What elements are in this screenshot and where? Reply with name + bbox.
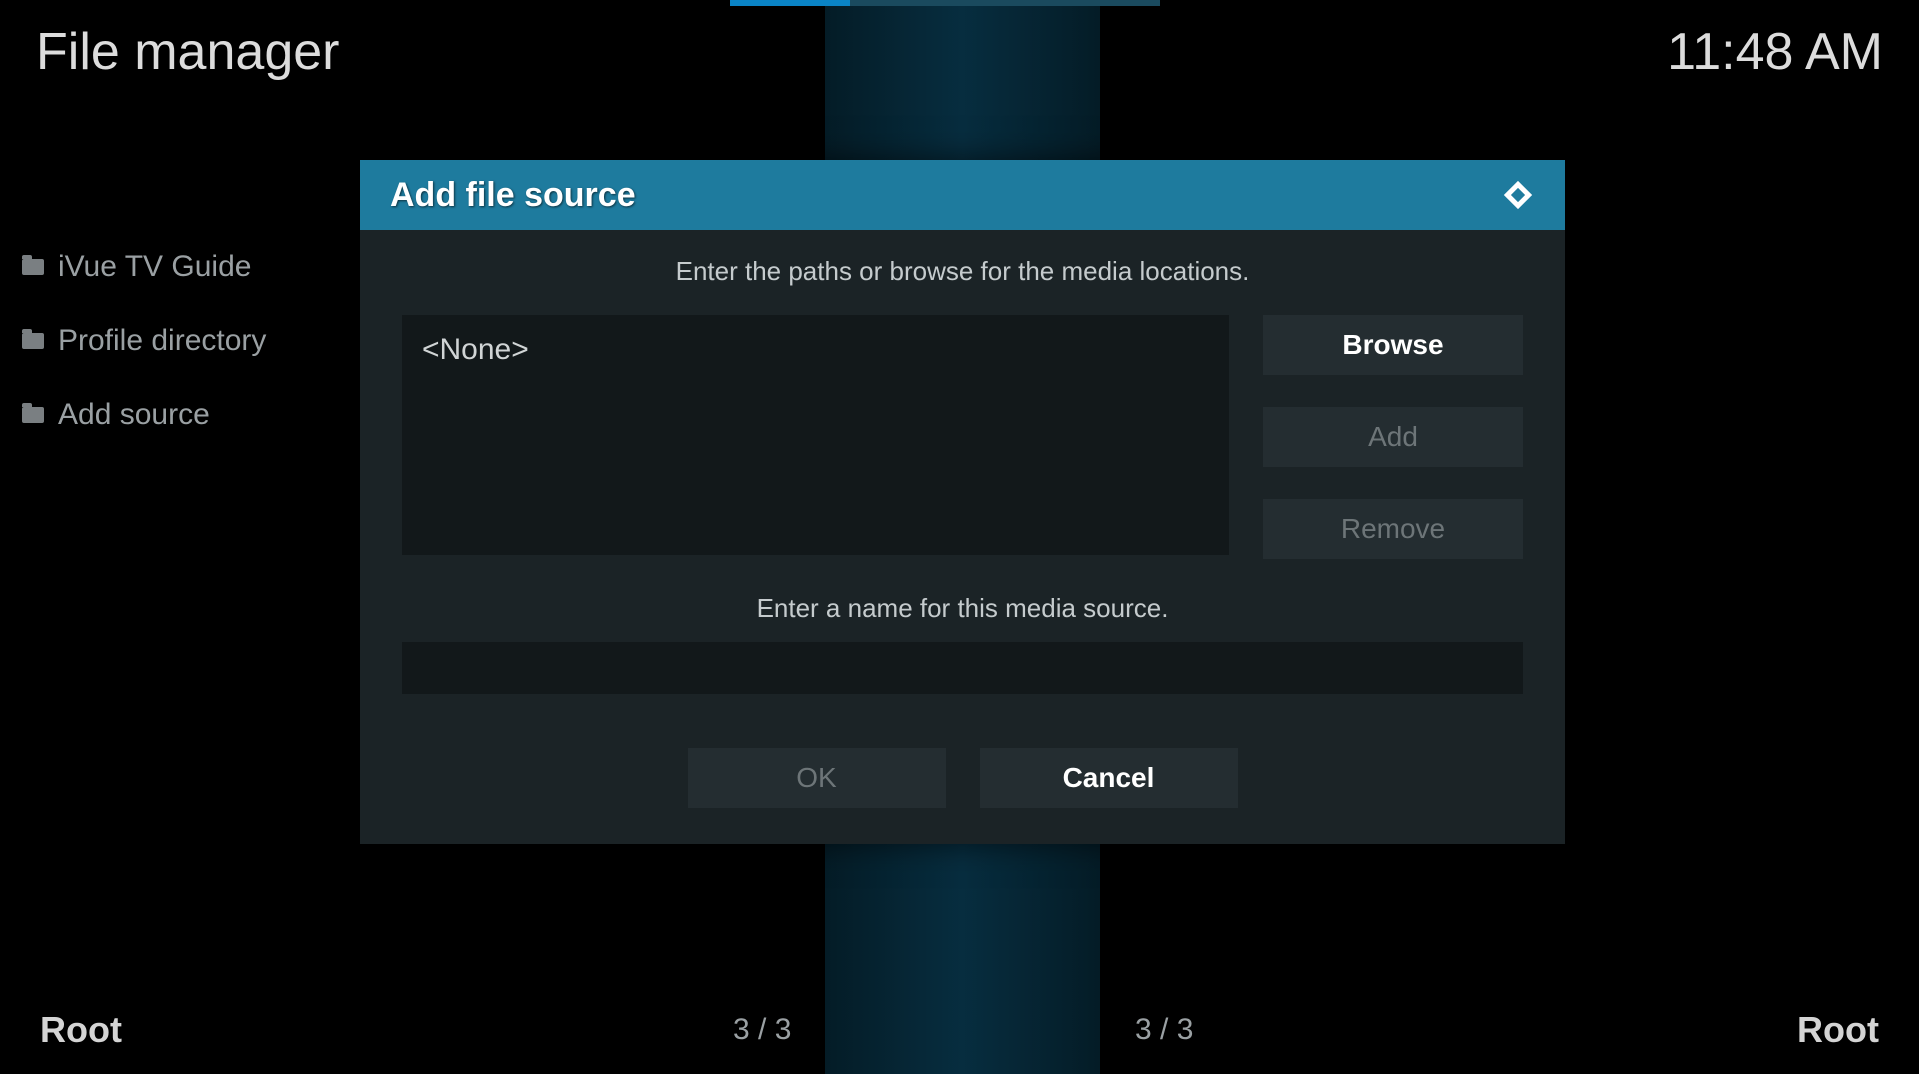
- sidebar-item-label: Add source: [58, 398, 210, 432]
- file-list: iVue TV Guide Profile directory Add sour…: [22, 250, 266, 432]
- ok-button[interactable]: OK: [688, 748, 946, 808]
- folder-icon: [22, 259, 44, 275]
- name-hint-label: Enter a name for this media source.: [402, 593, 1523, 624]
- clock-label: 11:48 AM: [1667, 22, 1883, 82]
- sidebar-item-profile-directory[interactable]: Profile directory: [22, 324, 266, 358]
- add-file-source-dialog: Add file source Enter the paths or brows…: [360, 160, 1565, 844]
- sidebar-item-add-source[interactable]: Add source: [22, 398, 266, 432]
- sidebar-item-label: iVue TV Guide: [58, 250, 251, 284]
- topbar-accent-2: [850, 0, 1160, 6]
- topbar-accent: [730, 0, 850, 6]
- footer-right-root: Root: [1797, 1009, 1879, 1051]
- page-title: File manager: [36, 22, 339, 82]
- paths-hint-label: Enter the paths or browse for the media …: [402, 256, 1523, 287]
- sidebar-item-ivue-tv-guide[interactable]: iVue TV Guide: [22, 250, 266, 284]
- folder-icon: [22, 333, 44, 349]
- footer-left-root: Root: [40, 1009, 122, 1051]
- source-name-input[interactable]: [402, 642, 1523, 694]
- sidebar-item-label: Profile directory: [58, 324, 266, 358]
- add-button[interactable]: Add: [1263, 407, 1523, 467]
- remove-button[interactable]: Remove: [1263, 499, 1523, 559]
- path-input-box[interactable]: <None>: [402, 315, 1229, 555]
- footer-right-count: 3 / 3: [1135, 1013, 1193, 1047]
- folder-icon: [22, 407, 44, 423]
- kodi-logo-icon: [1501, 178, 1535, 212]
- dialog-header: Add file source: [360, 160, 1565, 230]
- footer-bar: Root 3 / 3 3 / 3 Root: [0, 1000, 1919, 1060]
- cancel-button[interactable]: Cancel: [980, 748, 1238, 808]
- dialog-title: Add file source: [390, 176, 636, 215]
- footer-left-count: 3 / 3: [733, 1013, 791, 1047]
- browse-button[interactable]: Browse: [1263, 315, 1523, 375]
